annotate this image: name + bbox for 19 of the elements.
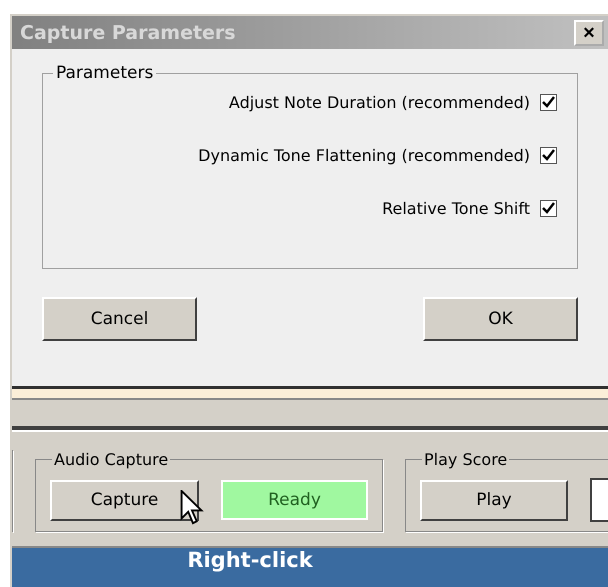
input-field[interactable] (590, 478, 608, 522)
option-label: Dynamic Tone Flattening (recommended) (198, 146, 530, 165)
option-label: Adjust Note Duration (recommended) (228, 93, 530, 112)
capture-button[interactable]: Capture (50, 480, 199, 520)
checkbox[interactable] (540, 200, 557, 217)
checkbox[interactable] (540, 94, 557, 111)
caption-text: Right-click (187, 548, 313, 574)
option-label: Relative Tone Shift (382, 199, 530, 218)
group-label: Audio Capture (53, 450, 170, 469)
status-indicator: Ready (221, 480, 368, 520)
group-label: Parameters (55, 63, 154, 83)
cursor-icon (180, 490, 204, 526)
close-button[interactable]: × (574, 20, 604, 46)
cancel-button[interactable]: Cancel (42, 297, 197, 341)
play-button[interactable]: Play (420, 480, 568, 520)
dialog-title: Capture Parameters (20, 22, 236, 44)
group-label: Play Score (423, 450, 508, 469)
ok-button[interactable]: OK (423, 297, 578, 341)
checkbox[interactable] (540, 147, 557, 164)
